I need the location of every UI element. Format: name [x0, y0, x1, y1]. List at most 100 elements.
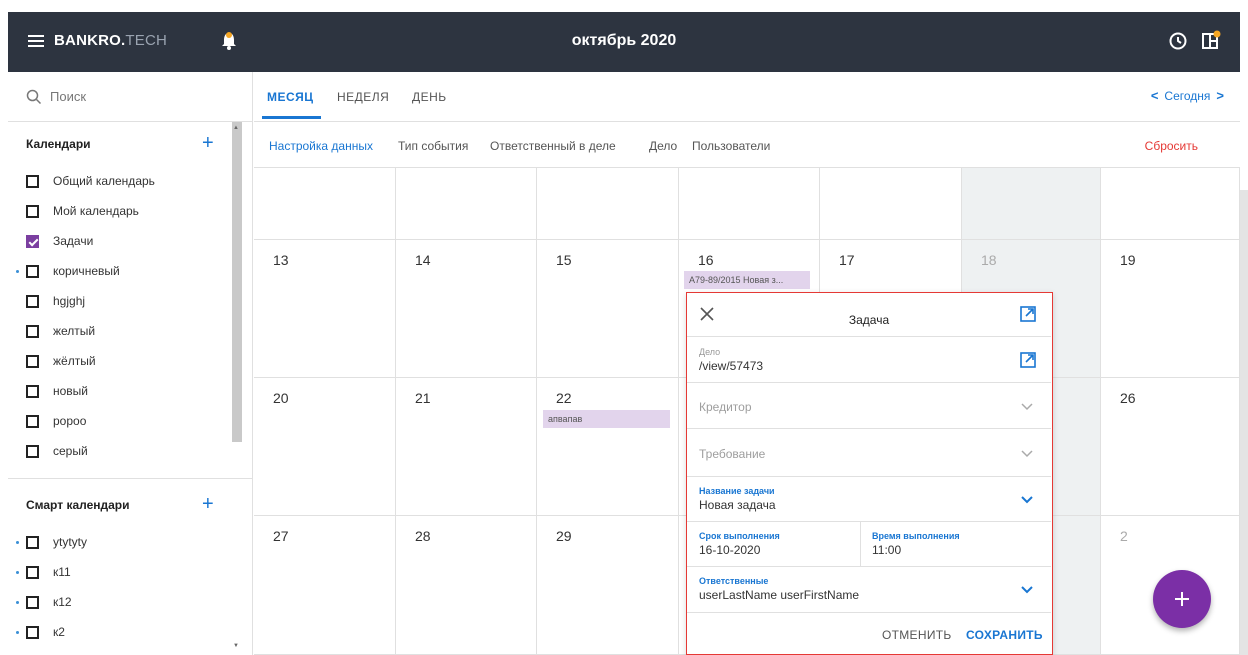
calendar-checkbox[interactable]	[26, 234, 39, 248]
smart-calendar-checkbox[interactable]	[26, 625, 39, 639]
tab-day[interactable]: ДЕНЬ	[412, 90, 447, 104]
smart-calendar-checkbox[interactable]	[26, 535, 39, 549]
day-cell[interactable]: 29	[537, 516, 679, 655]
popup-actions: ОТМЕНИТЬ СОХРАНИТЬ	[687, 613, 1051, 654]
filter-users[interactable]: Пользователи	[692, 139, 770, 153]
calendar-checkbox[interactable]	[26, 174, 39, 188]
calendar-item[interactable]: Задачи	[8, 226, 252, 256]
smart-calendar-item[interactable]: к11	[8, 557, 252, 587]
calendar-checkbox[interactable]	[26, 354, 39, 368]
day-cell[interactable]: 20	[254, 378, 396, 516]
indicator-dot	[16, 631, 19, 634]
add-calendar-button[interactable]: +	[202, 133, 214, 153]
calendar-item[interactable]: новый	[8, 376, 252, 406]
day-cell[interactable]: 14	[396, 240, 537, 378]
tab-week[interactable]: НЕДЕЛЯ	[337, 90, 389, 104]
day-cell[interactable]: 26	[1101, 378, 1240, 516]
due-date-value: 16-10-2020	[699, 543, 761, 557]
filter-event-type[interactable]: Тип события	[398, 139, 468, 153]
day-cell[interactable]	[820, 168, 962, 240]
calendar-label: Мой календарь	[53, 204, 139, 218]
day-cell[interactable]	[679, 168, 820, 240]
scroll-up-icon[interactable]: ▲	[233, 125, 239, 131]
day-number: 14	[415, 252, 431, 268]
task-name-field[interactable]: Название задачи Новая задача	[687, 477, 1051, 522]
creditor-select[interactable]: Кредитор	[687, 383, 1051, 429]
day-cell[interactable]: 13	[254, 240, 396, 378]
day-cell[interactable]: 21	[396, 378, 537, 516]
smart-calendars-header: Смарт календари +	[8, 483, 252, 527]
calendar-checkbox[interactable]	[26, 384, 39, 398]
prev-icon[interactable]: <	[1151, 88, 1159, 103]
popup-header: Задача	[687, 293, 1051, 337]
sidebar: Поиск Календари + Общий календарь Мой кал…	[8, 72, 253, 655]
add-smart-calendar-button[interactable]: +	[202, 494, 214, 514]
filter-case[interactable]: Дело	[649, 139, 677, 153]
next-icon[interactable]: >	[1216, 88, 1224, 103]
claim-select[interactable]: Требование	[687, 429, 1051, 477]
add-event-button[interactable]	[1153, 570, 1211, 628]
calendar-label: hgjghj	[53, 294, 86, 308]
filter-case-responsible[interactable]: Ответственный в деле	[490, 139, 616, 153]
calendar-checkbox[interactable]	[26, 414, 39, 428]
event-16[interactable]: А79-89/2015 Новая з...	[684, 271, 810, 289]
responsible-select[interactable]: Ответственные userLastName userFirstName	[687, 567, 1051, 613]
event-22[interactable]: апвапав	[543, 410, 670, 428]
case-field[interactable]: Дело /view/57473	[687, 337, 1051, 383]
today-button[interactable]: Сегодня	[1164, 89, 1210, 103]
case-link-icon[interactable]	[1019, 351, 1037, 369]
day-cell[interactable]: 19	[1101, 240, 1240, 378]
calendar-item[interactable]: hgjghj	[8, 286, 252, 316]
calendars-header: Календари +	[8, 122, 252, 166]
calendar-item[interactable]: ророо	[8, 406, 252, 436]
day-cell[interactable]	[1101, 168, 1240, 240]
search-input[interactable]: Поиск	[8, 72, 252, 122]
cancel-button[interactable]: ОТМЕНИТЬ	[882, 628, 952, 642]
day-cell[interactable]: 28	[396, 516, 537, 655]
open-external-icon[interactable]	[1019, 305, 1037, 323]
reset-filters-button[interactable]: Сбросить	[1145, 139, 1198, 153]
day-number: 2	[1120, 528, 1128, 544]
smart-calendar-checkbox[interactable]	[26, 595, 39, 609]
day-cell[interactable]	[396, 168, 537, 240]
main-scrollbar[interactable]	[1240, 190, 1248, 655]
calendar-checkbox[interactable]	[26, 324, 39, 338]
calendar-label: жёлтый	[53, 354, 96, 368]
smart-calendar-item[interactable]: к2	[8, 617, 252, 647]
indicator-dot	[16, 270, 19, 273]
clock-icon[interactable]	[1168, 31, 1188, 51]
day-cell[interactable]: 27	[254, 516, 396, 655]
calendar-checkbox[interactable]	[26, 204, 39, 218]
panel-icon[interactable]	[1200, 29, 1222, 51]
calendar-item[interactable]: жёлтый	[8, 346, 252, 376]
calendar-app: BANKRO.TECH октябрь 2020 Поиск Календари…	[0, 0, 1248, 655]
tab-month[interactable]: МЕСЯЦ	[267, 90, 314, 104]
calendar-item[interactable]: Мой календарь	[8, 196, 252, 226]
day-cell[interactable]: 22	[537, 378, 679, 516]
day-cell[interactable]	[537, 168, 679, 240]
filter-bar: Настройка данных Тип события Ответственн…	[254, 122, 1240, 168]
calendar-item[interactable]: желтый	[8, 316, 252, 346]
day-cell[interactable]	[254, 168, 396, 240]
smart-calendar-checkbox[interactable]	[26, 565, 39, 579]
day-number: 13	[273, 252, 289, 268]
calendar-item[interactable]: Общий календарь	[8, 166, 252, 196]
calendar-checkbox[interactable]	[26, 444, 39, 458]
day-cell[interactable]	[962, 168, 1101, 240]
filter-data-settings[interactable]: Настройка данных	[269, 139, 373, 153]
calendar-item[interactable]: коричневый	[8, 256, 252, 286]
calendar-item[interactable]: серый	[8, 436, 252, 466]
day-number: 19	[1120, 252, 1136, 268]
sidebar-scrollbar[interactable]	[232, 122, 242, 442]
day-cell[interactable]: 15	[537, 240, 679, 378]
smart-calendar-item[interactable]: ytytyty	[8, 527, 252, 557]
search-placeholder: Поиск	[50, 89, 87, 104]
day-number: 20	[273, 390, 289, 406]
calendar-checkbox[interactable]	[26, 294, 39, 308]
scroll-down-icon[interactable]: ▼	[233, 643, 239, 649]
save-button[interactable]: СОХРАНИТЬ	[966, 628, 1043, 642]
day-number: 15	[556, 252, 572, 268]
due-time-value: 11:00	[872, 543, 902, 557]
smart-calendar-item[interactable]: к12	[8, 587, 252, 617]
calendar-checkbox[interactable]	[26, 264, 39, 278]
